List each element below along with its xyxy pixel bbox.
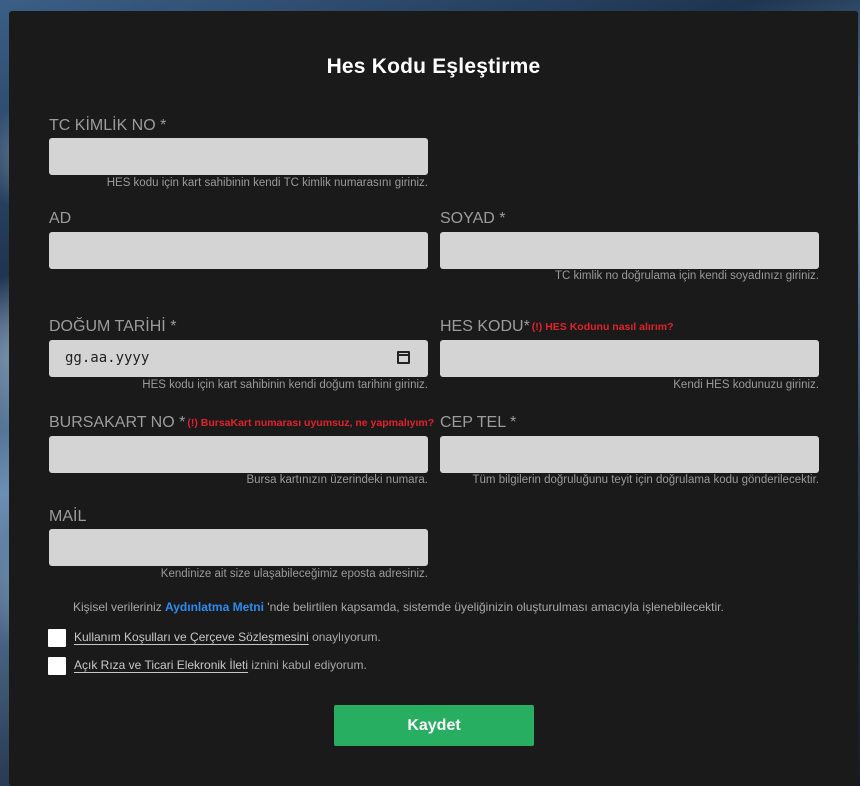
save-button[interactable]: Kaydet xyxy=(334,705,534,746)
bursakart-input[interactable] xyxy=(49,436,428,473)
mail-hint: Kendinize ait size ulaşabileceğimiz epos… xyxy=(160,568,428,580)
bursakart-label: BURSAKART NO * xyxy=(49,414,186,431)
mail-input[interactable] xyxy=(49,529,428,566)
terms-text: Kullanım Koşulları ve Çerçeve Sözleşmesi… xyxy=(74,630,381,644)
ceptel-input[interactable] xyxy=(440,436,819,473)
consent-check-suffix: iznini kabul ediyorum. xyxy=(248,658,367,672)
dogum-date-input[interactable]: gg.aa.yyyy xyxy=(49,340,428,377)
ad-label: AD xyxy=(49,210,72,227)
tc-label: TC KİMLİK NO * xyxy=(49,117,167,134)
dogum-label: DOĞUM TARİHİ * xyxy=(49,318,177,335)
hes-input[interactable] xyxy=(440,340,819,377)
tc-input[interactable] xyxy=(49,138,428,175)
bursakart-label-row: BURSAKART NO * (!) BursaKart numarası uyu… xyxy=(49,414,434,432)
ceptel-hint: Tüm bilgilerin doğruluğunu teyit için do… xyxy=(472,474,819,486)
bursakart-hint: Bursa kartınızın üzerindeki numara. xyxy=(246,474,428,486)
ceptel-label: CEP TEL * xyxy=(440,414,517,431)
consent-text: Kişisel verileriniz Aydınlatma Metni 'nd… xyxy=(73,600,724,614)
page-title: Hes Kodu Eşleştirme xyxy=(326,55,541,78)
form-panel: Hes Kodu Eşleştirme TC KİMLİK NO * HES k… xyxy=(9,11,858,786)
dogum-placeholder: gg.aa.yyyy xyxy=(65,350,150,366)
terms-link[interactable]: Kullanım Koşulları ve Çerçeve Sözleşmesi… xyxy=(74,630,309,644)
soyad-label: SOYAD * xyxy=(440,210,506,227)
hes-help-link[interactable]: (!) HES Kodunu nasıl alırım? xyxy=(532,321,674,333)
soyad-input[interactable] xyxy=(440,232,819,269)
mail-label: MAİL xyxy=(49,508,87,525)
terms-checkbox[interactable] xyxy=(48,629,66,647)
soyad-hint: TC kimlik no doğrulama için kendi soyadı… xyxy=(555,270,819,282)
calendar-icon[interactable] xyxy=(397,351,410,364)
hes-hint: Kendi HES kodunuzu giriniz. xyxy=(673,379,819,391)
hes-label: HES KODU* xyxy=(440,318,530,335)
dogum-hint: HES kodu için kart sahibinin kendi doğum… xyxy=(142,379,428,391)
consent-check-text: Açık Rıza ve Ticari Elekronik İleti izni… xyxy=(74,658,367,672)
bursakart-help-link[interactable]: (!) BursaKart numarası uyumsuz, ne yapma… xyxy=(187,417,434,429)
consent-checkbox[interactable] xyxy=(48,657,66,675)
aydinlatma-link[interactable]: Aydınlatma Metni xyxy=(165,600,264,614)
hes-label-row: HES KODU* (!) HES Kodunu nasıl alırım? xyxy=(440,318,674,336)
acik-riza-link[interactable]: Açık Rıza ve Ticari Elekronik İleti xyxy=(74,658,248,672)
consent-prefix: Kişisel verileriniz xyxy=(73,600,166,614)
ad-input[interactable] xyxy=(49,232,428,269)
tc-hint: HES kodu için kart sahibinin kendi TC ki… xyxy=(106,177,428,189)
consent-suffix: 'nde belirtilen kapsamda, sistemde üyeli… xyxy=(263,600,724,614)
terms-suffix: onaylıyorum. xyxy=(308,630,381,644)
